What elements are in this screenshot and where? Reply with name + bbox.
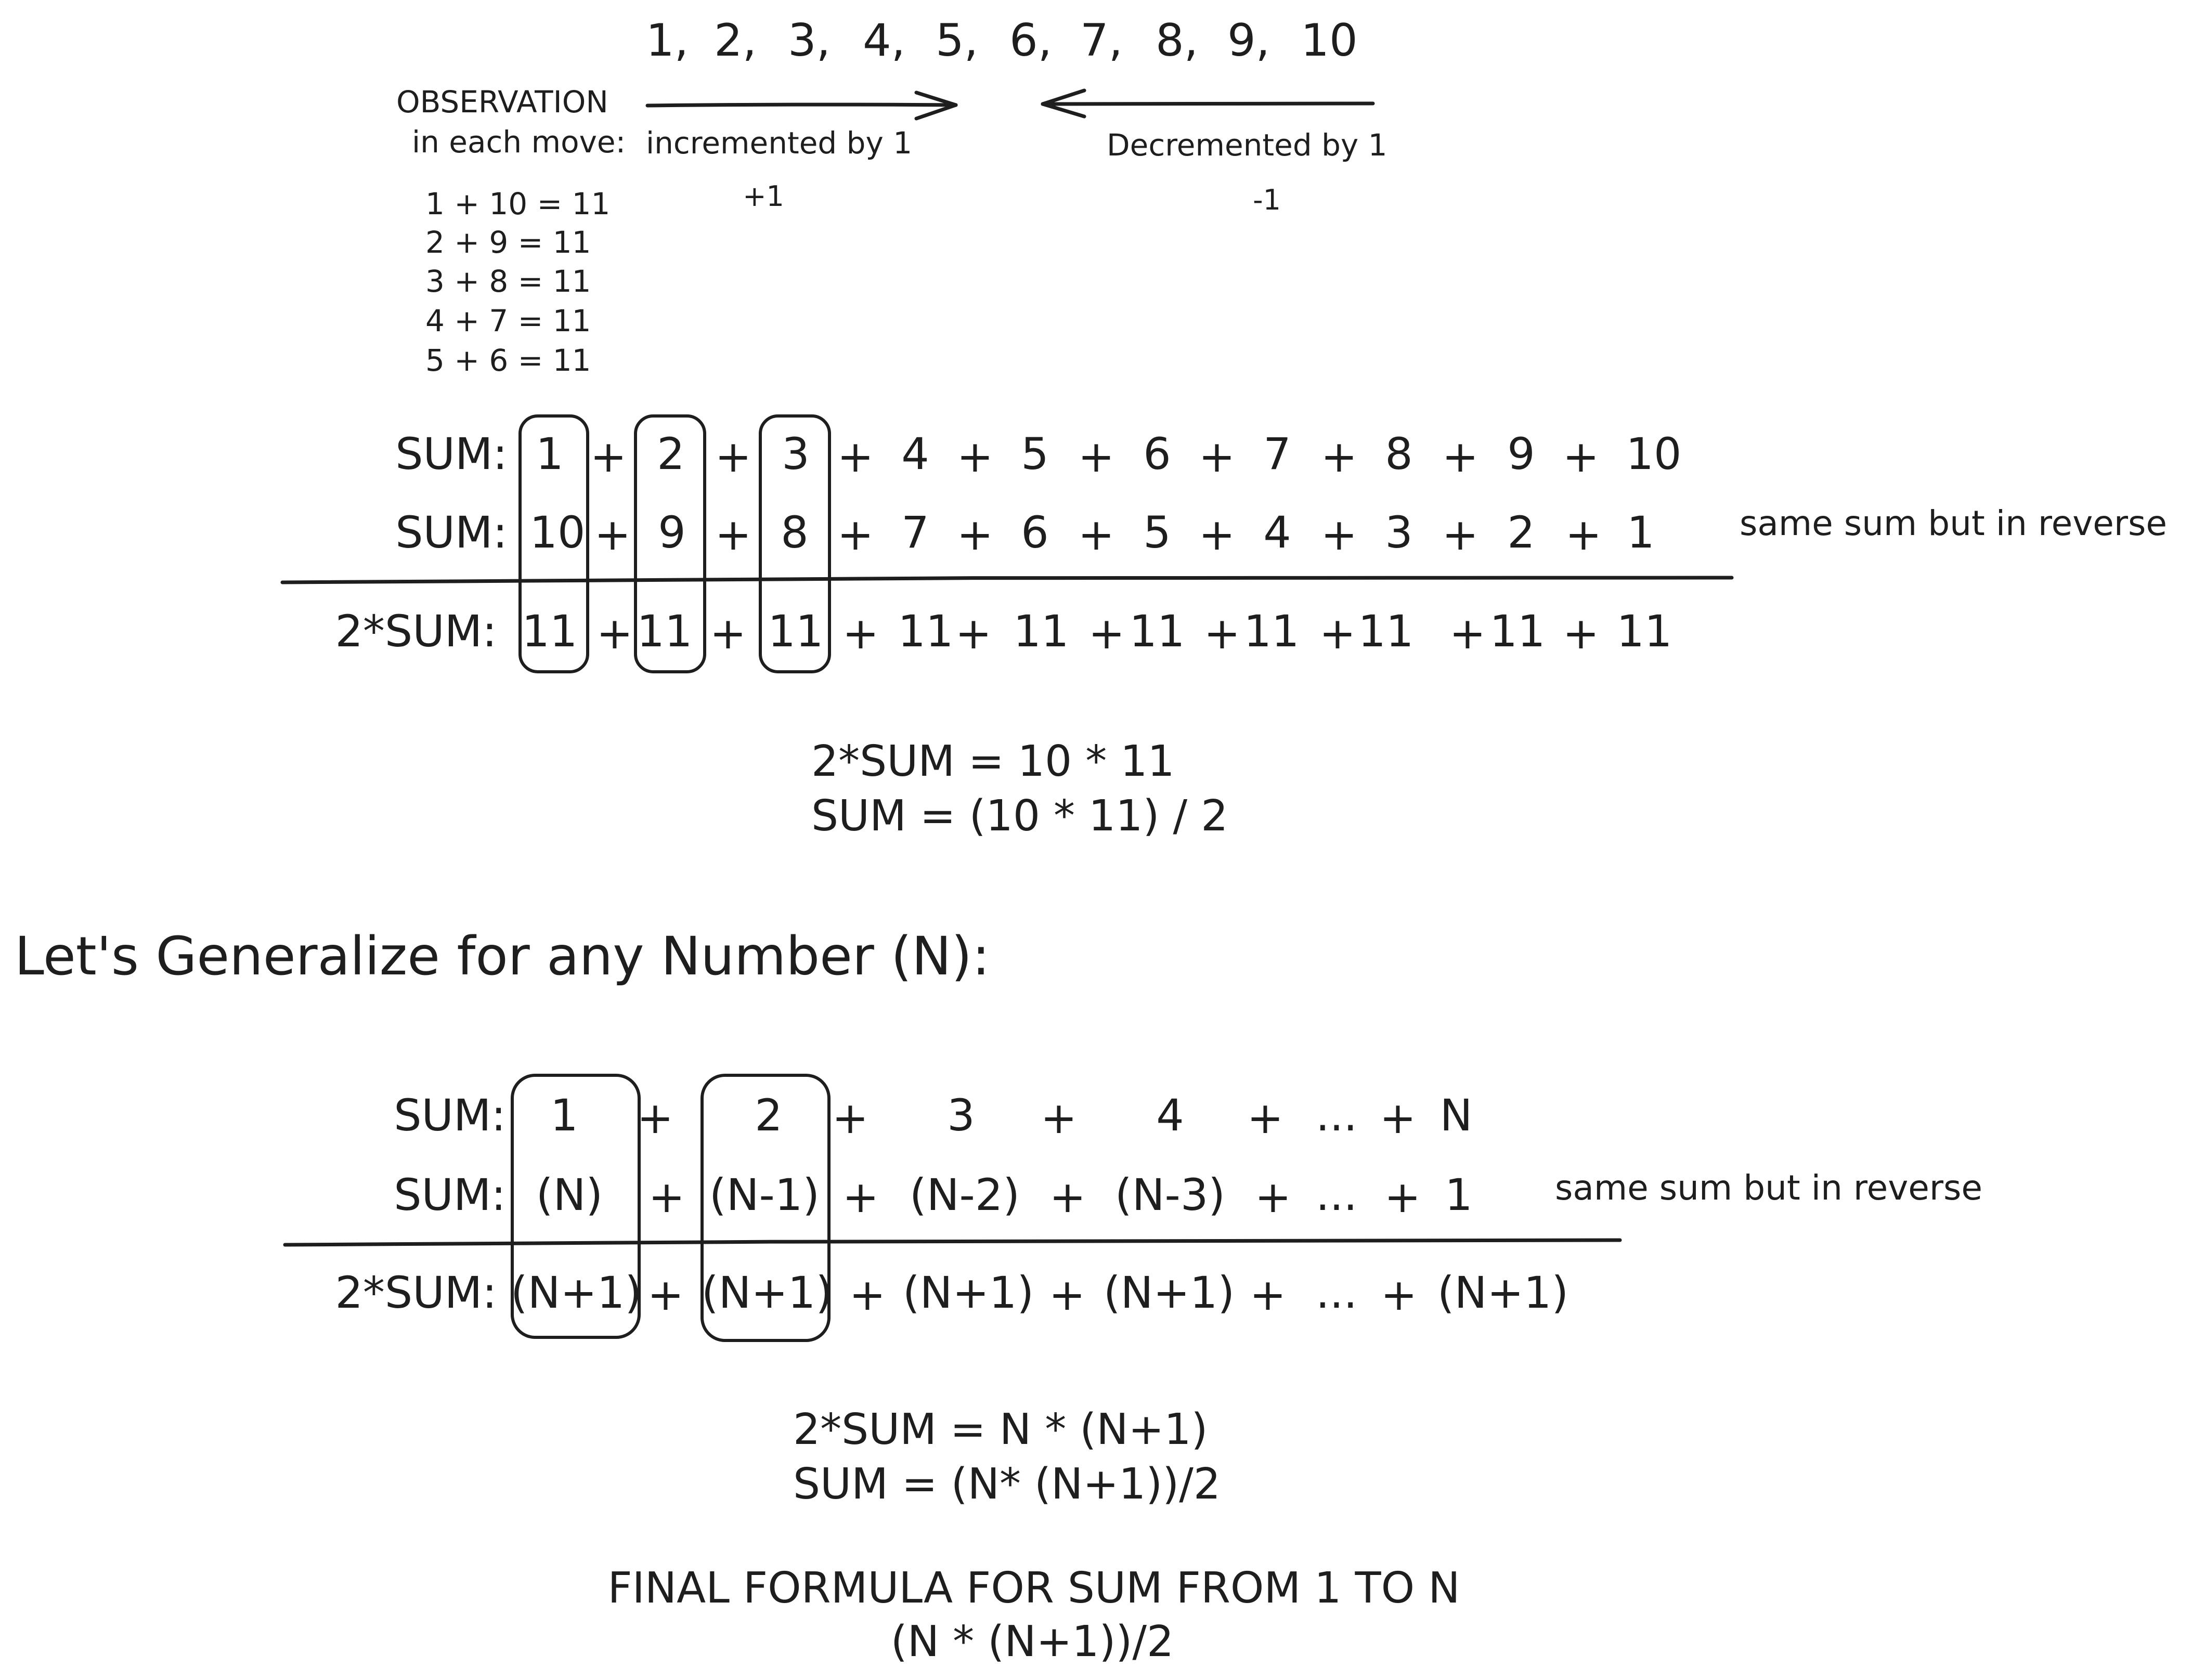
column-highlight-box [701,1074,831,1342]
column-highlight-box [634,414,706,673]
diagram-strokes [280,88,1734,1342]
sum-divider-line [280,575,1734,584]
sum-divider-line [283,1238,1622,1247]
left-arrow-icon [1041,88,1375,119]
column-highlight-box [511,1074,641,1339]
column-highlight-box [518,414,589,673]
column-highlight-box [759,414,831,673]
right-arrow-icon [645,90,958,121]
